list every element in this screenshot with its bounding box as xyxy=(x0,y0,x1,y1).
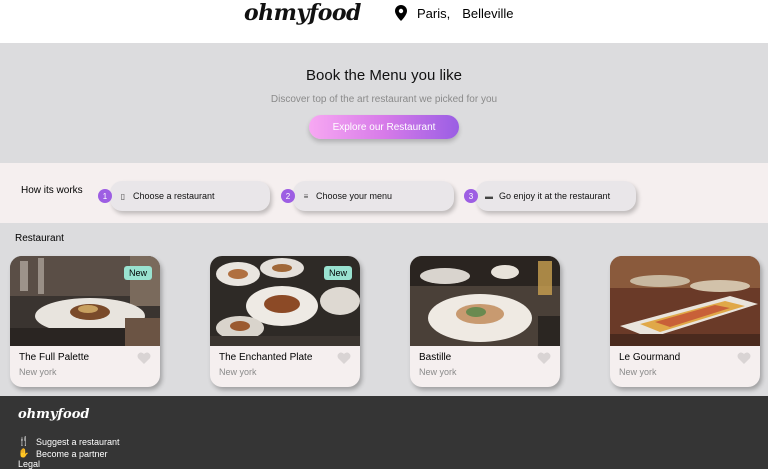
step-choose-restaurant[interactable]: 1 ▯ Choose a restaurant xyxy=(98,181,270,211)
step-enjoy-restaurant[interactable]: 3 ▬ Go enjoy it at the restaurant xyxy=(464,181,636,211)
restaurant-location: New york xyxy=(219,367,257,377)
how-it-works-section: How its works 1 ▯ Choose a restaurant 2 … xyxy=(0,163,768,223)
footer-link-label: Suggest a restaurant xyxy=(36,436,120,447)
restaurant-name: The Full Palette xyxy=(19,352,90,363)
new-badge: New xyxy=(323,266,352,280)
heart-icon[interactable] xyxy=(337,352,351,364)
step-number: 3 xyxy=(464,189,478,203)
footer-link-legal[interactable]: Legal xyxy=(18,459,40,469)
step-label: Choose a restaurant xyxy=(133,191,215,201)
restaurants-title: Restaurant xyxy=(15,233,64,244)
step-number: 2 xyxy=(281,189,295,203)
cutlery-icon: 🍴 xyxy=(18,436,30,446)
footer-link-label: Become a partner xyxy=(36,448,108,459)
heart-icon[interactable] xyxy=(537,352,551,364)
footer-link-suggest[interactable]: 🍴 Suggest a restaurant xyxy=(18,436,120,447)
step-label: Choose your menu xyxy=(316,191,393,201)
footer-link-label: Legal xyxy=(18,459,41,469)
footer-logo[interactable]: ohmyfood xyxy=(18,407,89,422)
site-logo[interactable]: ohmyfood xyxy=(244,0,361,26)
step-label: Go enjoy it at the restaurant xyxy=(499,191,611,201)
restaurant-card-bastille[interactable]: Bastille New york xyxy=(410,256,560,387)
site-footer: ohmyfood 🍴 Suggest a restaurant ✋ Become… xyxy=(0,396,768,469)
location-indicator: Paris, Belleville xyxy=(395,5,514,21)
restaurant-location: New york xyxy=(619,367,657,377)
handshake-icon: ✋ xyxy=(18,448,30,458)
location-pin-icon xyxy=(395,5,407,21)
restaurants-section: Restaurant New The Full Palette New york xyxy=(0,223,768,396)
site-header: ohmyfood Paris, Belleville xyxy=(0,0,768,43)
heart-icon[interactable] xyxy=(137,352,151,364)
list-icon: ≡ xyxy=(303,191,309,201)
how-it-works-title: How its works xyxy=(21,185,83,196)
restaurant-location: New york xyxy=(19,367,57,377)
hero-section: Book the Menu you like Discover top of t… xyxy=(0,43,768,163)
restaurant-name: Bastille xyxy=(419,352,452,363)
step-number: 1 xyxy=(98,189,112,203)
computer-icon: ▬ xyxy=(485,191,493,201)
restaurant-card-enchanted-plate[interactable]: New The Enchanted Plate New york xyxy=(210,256,360,387)
restaurant-card-le-gourmand[interactable]: Le Gourmand New york xyxy=(610,256,760,387)
restaurant-name: The Enchanted Plate xyxy=(219,352,313,363)
step-choose-menu[interactable]: 2 ≡ Choose your menu xyxy=(281,181,454,211)
location-district: Belleville xyxy=(462,5,514,21)
restaurant-photo xyxy=(410,256,560,346)
restaurant-location: New york xyxy=(419,367,457,377)
explore-restaurants-button[interactable]: Explore our Restaurant xyxy=(309,115,459,139)
restaurant-photo xyxy=(610,256,760,346)
heart-icon[interactable] xyxy=(737,352,751,364)
restaurant-card-full-palette[interactable]: New The Full Palette New york xyxy=(10,256,160,387)
new-badge: New xyxy=(123,266,152,280)
footer-link-partner[interactable]: ✋ Become a partner xyxy=(18,448,108,459)
hero-title: Book the Menu you like xyxy=(306,67,462,84)
phone-icon: ▯ xyxy=(120,191,126,201)
restaurant-name: Le Gourmand xyxy=(619,352,681,363)
hero-subtitle: Discover top of the art restaurant we pi… xyxy=(270,94,498,105)
location-city: Paris, xyxy=(417,5,451,21)
